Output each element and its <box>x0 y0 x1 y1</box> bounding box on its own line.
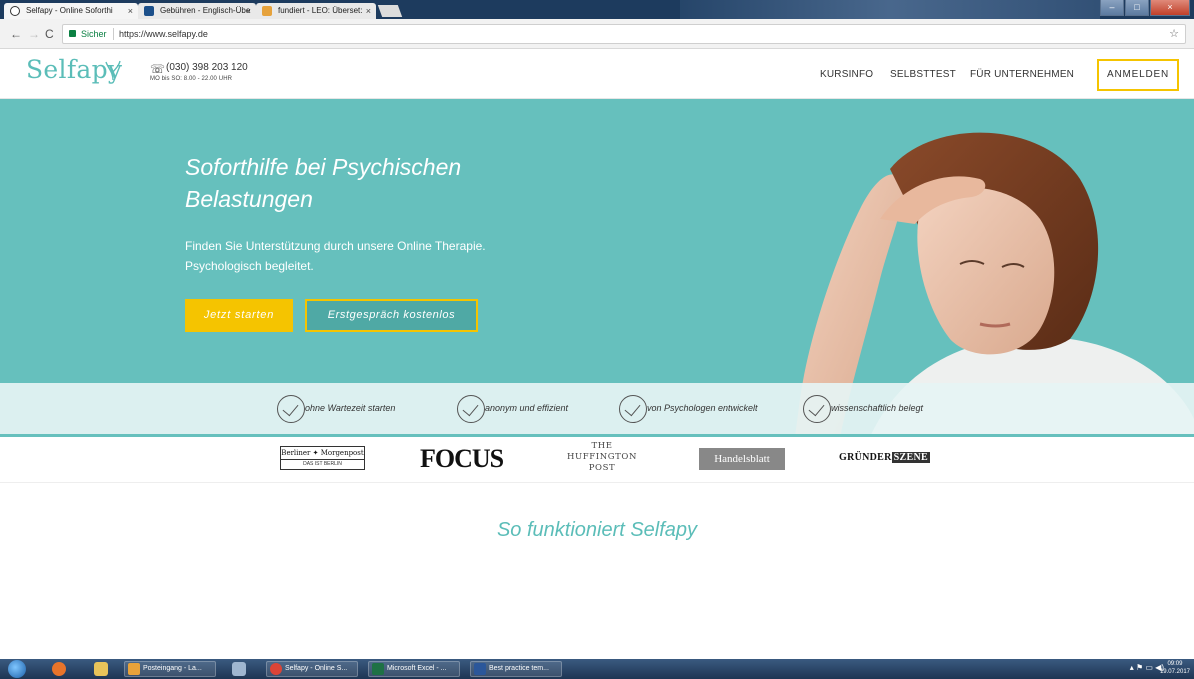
phone-number[interactable]: (030) 398 203 120 <box>166 62 248 73</box>
tab-gebuehren[interactable]: Gebühren - Englisch-Übe × <box>138 3 256 19</box>
tab-selfapy[interactable]: Selfapy - Online Soforthi × <box>4 3 138 19</box>
gruenderszene-logo: GRÜNDER SZENE <box>839 452 930 463</box>
reload-icon[interactable]: C <box>45 28 54 40</box>
excel-icon <box>372 663 384 675</box>
press-logos: Berliner ✦ Morgenpost DAS IST BERLIN FOC… <box>0 437 1194 483</box>
outlook-icon <box>128 663 140 675</box>
handelsblatt-logo: Handelsblatt <box>699 448 785 470</box>
firefox-icon[interactable] <box>52 662 66 676</box>
start-button[interactable] <box>8 660 26 678</box>
leo-icon <box>262 6 272 16</box>
tab-leo[interactable]: fundiert - LEO: Überset: × <box>256 3 376 19</box>
clock[interactable]: 09:09 19.07.2017 <box>1160 660 1190 676</box>
hero-title: Soforthilfe bei Psychischen Belastungen <box>185 154 462 212</box>
app-icon[interactable] <box>232 662 246 676</box>
nav-fuer-unternehmen[interactable]: FÜR UNTERNEHMEN <box>970 69 1074 80</box>
task-chrome[interactable]: Selfapy - Online S... <box>266 661 358 677</box>
bookmark-star-icon[interactable]: ☆ <box>1169 25 1179 43</box>
check-circle-icon <box>277 395 305 423</box>
close-window-icon[interactable]: × <box>1150 0 1190 16</box>
divider <box>113 28 114 40</box>
system-tray[interactable]: ▴ ⚑ ▭ ◀) <box>1130 663 1164 672</box>
berliner-morgenpost-logo: Berliner ✦ Morgenpost DAS IST BERLIN <box>280 446 365 470</box>
task-excel[interactable]: Microsoft Excel - ... <box>368 661 460 677</box>
leaf-icon <box>104 58 122 87</box>
start-button[interactable]: Jetzt starten <box>185 299 293 332</box>
focus-logo: FOCUS <box>420 444 504 473</box>
back-icon[interactable]: ← <box>10 28 22 40</box>
nav-selbsttest[interactable]: SELBSTTEST <box>890 69 956 80</box>
close-tab-icon[interactable]: × <box>246 3 251 19</box>
forward-icon[interactable]: → <box>28 28 40 40</box>
url-input[interactable]: Sicher https://www.selfapy.de ☆ <box>62 24 1186 44</box>
task-word[interactable]: Best practice tem... <box>470 661 562 677</box>
minimize-icon[interactable]: – <box>1100 0 1124 16</box>
folder-icon[interactable] <box>94 662 108 676</box>
check-circle-icon <box>803 395 831 423</box>
lock-icon <box>69 30 76 37</box>
check-circle-icon <box>457 395 485 423</box>
section-title: So funktioniert Selfapy <box>496 519 698 541</box>
clock-icon <box>10 6 20 16</box>
check-circle-icon <box>619 395 647 423</box>
opening-hours: MO bis SO: 8.00 - 22.00 UHR <box>150 76 233 82</box>
address-bar: ← → C Sicher https://www.selfapy.de ☆ <box>0 19 1194 49</box>
chrome-icon <box>270 663 282 675</box>
task-outlook[interactable]: Posteingang - La... <box>124 661 216 677</box>
huffington-post-logo: THE HUFFINGTON POST <box>566 441 638 473</box>
phone-icon: ☏ <box>150 62 166 76</box>
nav-kursinfo[interactable]: KURSINFO <box>820 69 873 80</box>
login-button[interactable]: ANMELDEN <box>1097 59 1179 91</box>
hero-text: Finden Sie Unterstützung durch unsere On… <box>185 239 486 273</box>
url-text: https://www.selfapy.de <box>119 29 208 39</box>
dictionary-icon <box>144 6 154 16</box>
taskbar: Posteingang - La... Selfapy - Online S..… <box>0 659 1194 679</box>
free-consultation-button[interactable]: Erstgespräch kostenlos <box>305 299 478 332</box>
site-header: Selfapy ☏ (030) 398 203 120 MO bis SO: 8… <box>0 49 1194 99</box>
word-icon <box>474 663 486 675</box>
maximize-icon[interactable]: □ <box>1125 0 1149 16</box>
new-tab-button[interactable] <box>377 5 403 17</box>
features-strip: ohne Wartezeit starten anonym und effizi… <box>0 383 1194 437</box>
browser-tab-strip: Selfapy - Online Soforthi × Gebühren - E… <box>0 0 1194 19</box>
close-tab-icon[interactable]: × <box>366 3 371 19</box>
secure-label: Sicher <box>81 29 107 39</box>
window-controls: – □ × <box>1100 0 1190 18</box>
close-tab-icon[interactable]: × <box>128 3 133 19</box>
